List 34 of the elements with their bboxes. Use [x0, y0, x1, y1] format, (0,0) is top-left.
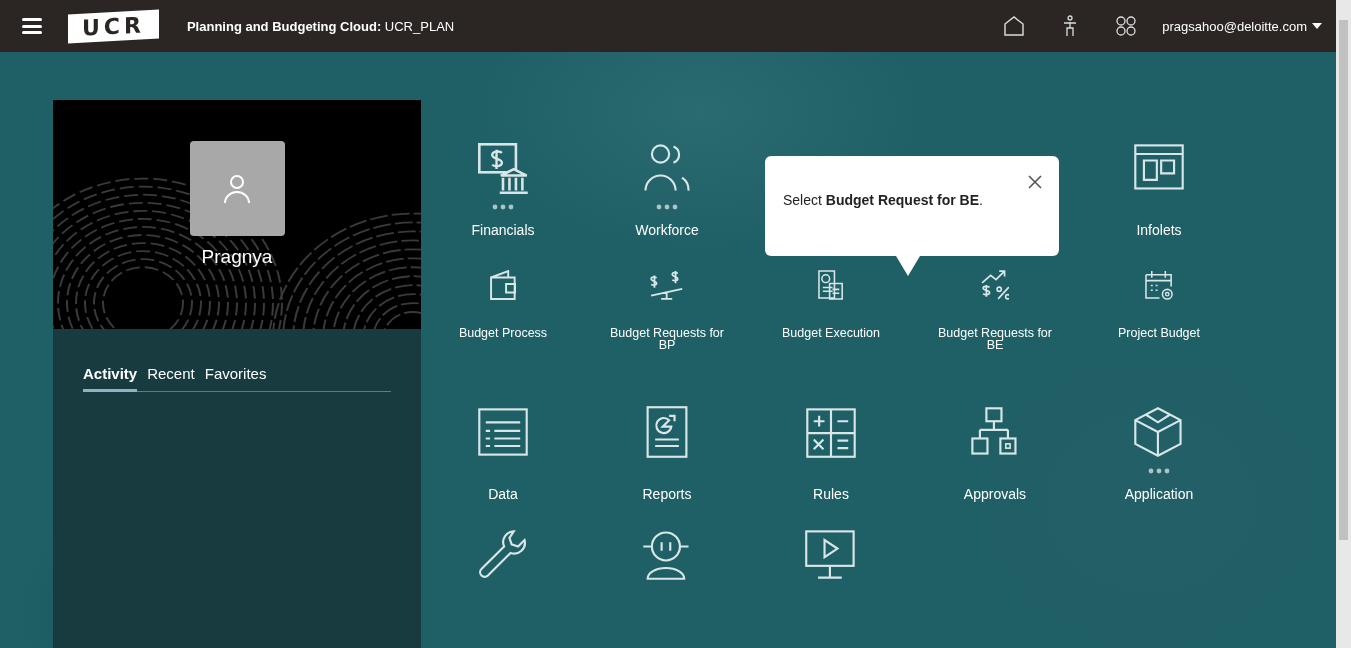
- tab[interactable]: Activity: [83, 361, 138, 392]
- menu-icon[interactable]: [22, 18, 42, 34]
- bank-icon: [475, 140, 531, 196]
- document-chart-icon: [818, 269, 844, 300]
- logo: UCR: [68, 9, 159, 43]
- user-menu[interactable]: pragsahoo@deloitte.com: [1162, 18, 1322, 34]
- wallet-icon: [489, 269, 517, 300]
- app-tile[interactable]: Budget Requests for BP: [585, 265, 749, 405]
- tab[interactable]: Recent: [147, 361, 195, 392]
- app-tile[interactable]: Application: [1077, 404, 1241, 527]
- seesaw-icon: [650, 269, 684, 300]
- caret-icon: [1312, 23, 1322, 29]
- app-tile[interactable]: Approvals: [913, 404, 1077, 527]
- app-tile[interactable]: Budget Execution: [749, 265, 913, 405]
- apps-icon[interactable]: [1114, 14, 1139, 38]
- home-icon[interactable]: [1002, 14, 1027, 38]
- app-tile[interactable]: Financials: [421, 140, 585, 262]
- user-name: Pragnya: [201, 246, 273, 268]
- app-tile[interactable]: Data: [421, 404, 585, 527]
- app-tile[interactable]: Workforce: [585, 140, 749, 262]
- app-title: Planning and Budgeting Cloud: UCR_PLAN: [186, 18, 455, 34]
- app-tile[interactable]: Budget Process: [421, 265, 585, 405]
- person-icon: [221, 172, 253, 205]
- popup-text: Select Budget Request for BE.: [783, 192, 983, 208]
- app-tile[interactable]: Infolets: [1077, 140, 1241, 262]
- app-tile[interactable]: Rules: [749, 404, 913, 527]
- app-tile[interactable]: Reports: [585, 404, 749, 527]
- trend-percent-icon: [980, 269, 1010, 300]
- calendar-gear-icon: [1144, 269, 1174, 300]
- app-tile[interactable]: Project Budget: [1077, 265, 1241, 405]
- tab[interactable]: Favorites: [204, 361, 267, 392]
- scrollbar[interactable]: [1336, 0, 1351, 648]
- close-icon[interactable]: [1027, 174, 1043, 190]
- app-tile[interactable]: Budget Requests for BE: [913, 265, 1077, 405]
